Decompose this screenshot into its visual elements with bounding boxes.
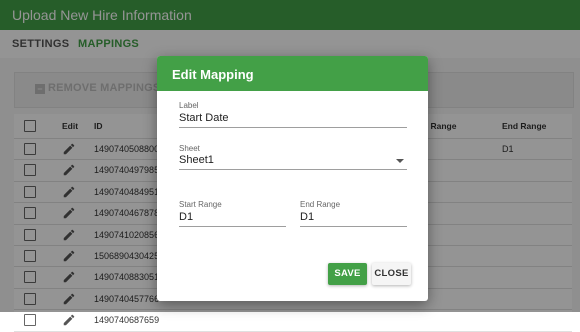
end-range-field[interactable]: D1 [300,211,314,223]
label-field[interactable]: Start Date [179,112,229,124]
row-checkbox[interactable] [24,314,36,327]
start-range-field[interactable]: D1 [179,211,193,223]
edit-mapping-dialog: Edit Mapping Label Start Date Sheet Shee… [157,56,428,301]
label-field-label: Label [179,101,199,110]
row-id: 1490740687659 [94,315,160,326]
start-range-label: Start Range [179,200,222,209]
chevron-down-icon[interactable] [396,159,404,163]
end-range-underline [300,226,407,227]
pencil-icon[interactable] [62,313,76,327]
table-row[interactable]: 1490740687659 [14,310,572,332]
end-range-label: End Range [300,200,341,209]
dialog-title: Edit Mapping [172,67,254,82]
label-field-underline [179,127,407,128]
sheet-select-underline [179,169,407,170]
start-range-underline [179,226,286,227]
dialog-header: Edit Mapping [157,56,428,91]
sheet-select[interactable]: Sheet1 [179,154,214,166]
save-button[interactable]: SAVE [328,263,367,285]
sheet-field-label: Sheet [179,144,200,153]
close-button[interactable]: CLOSE [372,263,411,285]
